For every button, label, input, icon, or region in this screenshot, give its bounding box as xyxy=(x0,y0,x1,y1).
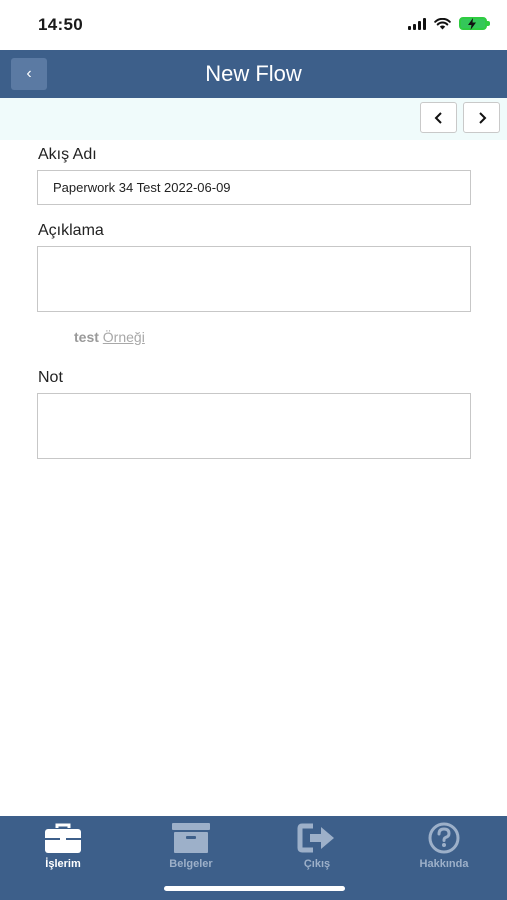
tab-cikis-label: Çıkış xyxy=(303,858,331,870)
cellular-signal-icon xyxy=(408,17,426,30)
archive-box-icon xyxy=(171,822,211,854)
tab-hakkinda[interactable]: Hakkında xyxy=(389,822,499,870)
note-field-box xyxy=(37,393,471,459)
next-button[interactable] xyxy=(463,102,500,133)
description-label: Açıklama xyxy=(38,222,104,239)
tab-islerim-label: İşlerim xyxy=(45,858,81,870)
previous-button[interactable] xyxy=(420,102,457,133)
question-circle-icon xyxy=(426,822,462,854)
logout-arrow-icon xyxy=(297,822,337,854)
status-time: 14:50 xyxy=(38,15,83,34)
wifi-icon xyxy=(434,17,451,29)
tab-islerim[interactable]: İşlerim xyxy=(8,822,118,870)
battery-charging-icon xyxy=(459,17,490,30)
flow-name-field-box xyxy=(37,170,471,205)
example-prefix: test xyxy=(74,329,99,345)
briefcase-icon xyxy=(43,822,83,854)
navigation-bar: ‹ New Flow xyxy=(0,50,507,98)
chevron-left-icon xyxy=(434,111,442,124)
description-input[interactable] xyxy=(38,247,470,311)
note-input[interactable] xyxy=(38,394,470,458)
page-title: New Flow xyxy=(205,61,302,86)
chevron-right-icon xyxy=(478,111,486,124)
tab-hakkinda-label: Hakkında xyxy=(419,858,469,870)
description-field-box xyxy=(37,246,471,312)
example-link[interactable]: Örneği xyxy=(103,329,145,345)
example-line: test Örneği xyxy=(74,329,145,345)
tab-belgeler[interactable]: Belgeler xyxy=(136,822,246,870)
status-bar: 14:50 xyxy=(0,0,507,50)
flow-name-input[interactable] xyxy=(38,171,470,204)
tab-cikis[interactable]: Çıkış xyxy=(262,822,372,870)
status-icons xyxy=(408,17,490,30)
flow-name-label: Akış Adı xyxy=(38,146,97,163)
home-indicator[interactable] xyxy=(164,886,345,891)
note-label: Not xyxy=(38,369,63,386)
tab-belgeler-label: Belgeler xyxy=(169,858,213,870)
pager-bar xyxy=(0,98,507,140)
